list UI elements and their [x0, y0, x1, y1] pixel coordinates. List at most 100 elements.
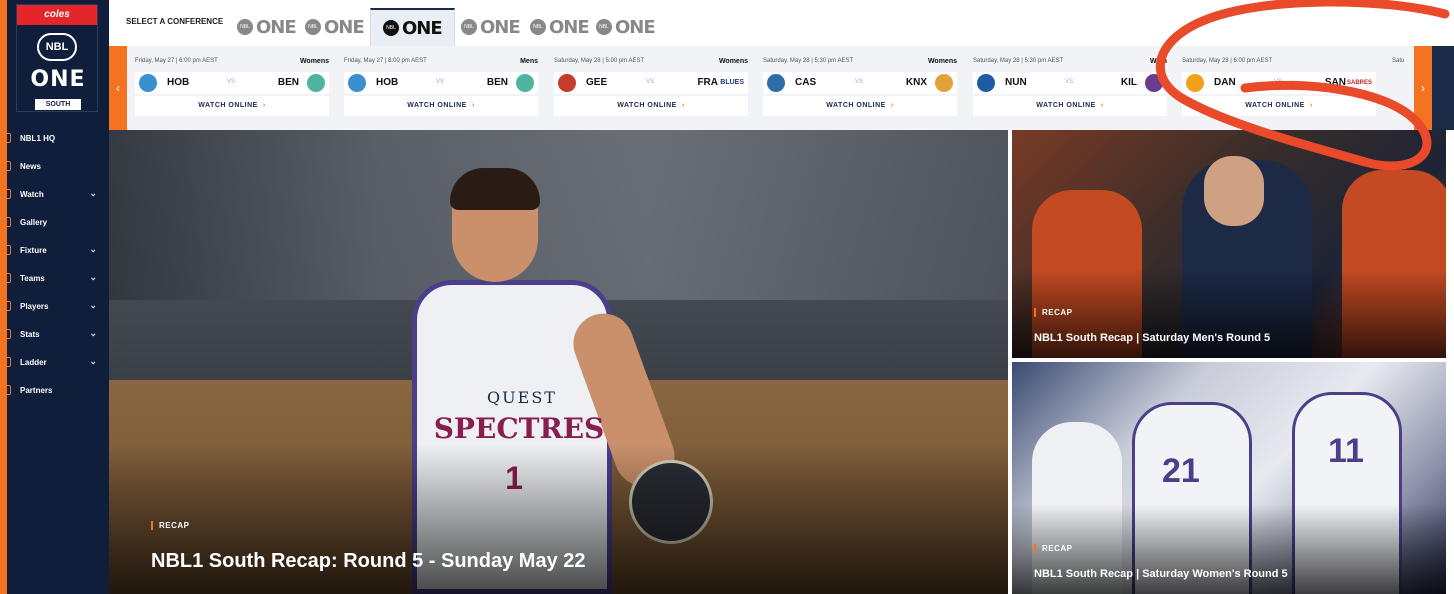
- hobart-logo-icon: [348, 74, 366, 92]
- sidebar-item-label: Gallery: [20, 217, 48, 227]
- vs-label: VS: [1274, 79, 1283, 85]
- watch-online-label: WATCH ONLINE: [198, 102, 258, 109]
- watch-online-link[interactable]: WATCH ONLINE ›: [1182, 96, 1376, 116]
- jersey-number: 11: [1328, 432, 1364, 470]
- article-tag: RECAP: [1034, 308, 1073, 317]
- nunawading-logo-icon: [977, 74, 995, 92]
- fixture-matchup[interactable]: DAN VS SAN SABRES: [1182, 72, 1376, 94]
- away-team: FRA: [697, 77, 718, 88]
- gallery-icon: [3, 217, 11, 227]
- watch-online-label: WATCH ONLINE: [1245, 102, 1305, 109]
- watch-online-label: WATCH ONLINE: [407, 102, 467, 109]
- conference-tab-4[interactable]: NBL ONE: [461, 8, 521, 46]
- away-team: KNX: [905, 77, 927, 88]
- fixture-datetime: Saturday, May 28 | 6:00 pm AEST: [1182, 58, 1273, 64]
- sidebar: coles NBL ONE SOUTH NBL1 HQ News Watch ⌄ …: [0, 0, 109, 594]
- watch-online-label: WATCH ONLINE: [617, 102, 677, 109]
- home-team: HOB: [376, 77, 399, 88]
- fixture-card: Saturday, May 28 | 6:00 pm AEST DAN VS S…: [1182, 54, 1376, 122]
- fixture-matchup[interactable]: HOB VS BEN: [344, 72, 538, 94]
- hero-title[interactable]: NBL1 South Recap: Round 5 - Sunday May 2…: [151, 550, 586, 573]
- fixture-category: Womens: [927, 58, 957, 65]
- sidebar-item-partners[interactable]: Partners: [0, 376, 109, 404]
- article-title[interactable]: NBL1 South Recap | Saturday Men's Round …: [1034, 332, 1270, 344]
- kilsyth-logo-icon: [1145, 74, 1163, 92]
- sidebar-item-ladder[interactable]: Ladder ⌄: [0, 348, 109, 376]
- nbl-badge: NBL: [37, 33, 77, 61]
- photo-coach-head: [1204, 156, 1264, 226]
- conference-bar: SELECT A CONFERENCE NBL ONE NBL ONE NBL ONE…: [109, 0, 1454, 46]
- carousel-next-button[interactable]: ›: [1414, 46, 1432, 130]
- sidebar-item-teams[interactable]: Teams ⌄: [0, 264, 109, 292]
- fixture-matchup[interactable]: CAS VS KNX: [763, 72, 957, 94]
- side-article-women[interactable]: 21 11 RECAP NBL1 South Recap | Saturday …: [1012, 362, 1446, 594]
- sidebar-item-stats[interactable]: Stats ⌄: [0, 320, 109, 348]
- fixture-matchup[interactable]: GEE VS FRA BLUES: [554, 72, 748, 94]
- vs-label: VS: [646, 79, 655, 85]
- home-icon: [3, 133, 11, 143]
- article-title[interactable]: NBL1 South Recap | Saturday Women's Roun…: [1034, 568, 1288, 580]
- fixture-datetime: Friday, May 27 | 8:00 pm AEST: [344, 58, 427, 64]
- conference-tab-label: ONE: [402, 17, 443, 39]
- sidebar-item-nbl1-hq[interactable]: NBL1 HQ: [0, 124, 109, 152]
- site-logo[interactable]: coles NBL ONE SOUTH: [16, 4, 98, 112]
- conference-tab-south[interactable]: NBL ONE: [370, 8, 455, 46]
- teams-icon: [3, 273, 11, 283]
- fixture-category: Mens: [520, 58, 538, 65]
- watch-online-label: WATCH ONLINE: [826, 102, 886, 109]
- home-team: HOB: [167, 77, 190, 88]
- sidebar-item-gallery[interactable]: Gallery: [0, 208, 109, 236]
- one-wordmark: ONE: [30, 67, 86, 92]
- fixture-matchup[interactable]: HOB VS BEN: [135, 72, 329, 94]
- watch-online-link[interactable]: WATCH ONLINE ›: [344, 96, 538, 116]
- vs-label: VS: [855, 79, 864, 85]
- home-team: NUN: [1005, 77, 1027, 88]
- sidebar-item-players[interactable]: Players ⌄: [0, 292, 109, 320]
- fixture-card: Saturday, May 28 | 5:30 pm AEST Womens C…: [763, 54, 957, 122]
- hobart-logo-icon: [139, 74, 157, 92]
- chevron-down-icon[interactable]: ⌄: [89, 272, 97, 283]
- chevron-down-icon[interactable]: ⌄: [89, 244, 97, 255]
- sidebar-item-news[interactable]: News: [0, 152, 109, 180]
- chevron-right-icon: ›: [681, 102, 685, 109]
- nbl-badge-icon: NBL: [596, 19, 612, 35]
- stats-icon: [3, 329, 11, 339]
- watch-online-link[interactable]: WATCH ONLINE ›: [554, 96, 748, 116]
- article-tag: RECAP: [151, 521, 190, 530]
- fixture-category: Womens: [299, 58, 329, 65]
- sidebar-item-fixture[interactable]: Fixture ⌄: [0, 236, 109, 264]
- chevron-down-icon[interactable]: ⌄: [89, 300, 97, 311]
- fixture-datetime-partial: Satu: [1392, 58, 1405, 64]
- fixtures-side-tab[interactable]: [1432, 46, 1454, 130]
- fixture-datetime: Saturday, May 28 | 5:30 pm AEST: [973, 58, 1064, 64]
- conference-label: SELECT A CONFERENCE: [126, 17, 224, 26]
- nbl-badge-icon: NBL: [461, 19, 477, 35]
- sidebar-item-label: News: [20, 161, 41, 171]
- conference-tab-1[interactable]: NBL ONE: [237, 8, 297, 46]
- side-article-men[interactable]: RECAP NBL1 South Recap | Saturday Men's …: [1012, 130, 1446, 358]
- conference-tab-2[interactable]: NBL ONE: [305, 8, 365, 46]
- partners-icon: [3, 385, 11, 395]
- casey-logo-icon: [767, 74, 785, 92]
- conference-tab-label: ONE: [480, 16, 521, 38]
- chevron-down-icon[interactable]: ⌄: [89, 328, 97, 339]
- sidebar-item-watch[interactable]: Watch ⌄: [0, 180, 109, 208]
- jersey-number: 21: [1162, 452, 1200, 490]
- hero-article[interactable]: QUEST SPECTRES 1 RECAP NBL1 South Recap:…: [109, 130, 1008, 594]
- watch-online-link[interactable]: WATCH ONLINE ›: [763, 96, 957, 116]
- carousel-prev-button[interactable]: ‹: [109, 46, 127, 130]
- away-team: BEN: [486, 77, 508, 88]
- fixture-card: Saturday, May 28 | 5:30 pm AEST Wom NUN …: [973, 54, 1167, 122]
- article-tag: RECAP: [1034, 544, 1073, 553]
- chevron-down-icon[interactable]: ⌄: [89, 356, 97, 367]
- watch-icon: [3, 189, 11, 199]
- chevron-down-icon[interactable]: ⌄: [89, 188, 97, 199]
- fixture-icon: [3, 245, 11, 255]
- fixture-matchup[interactable]: NUN VS KIL: [973, 72, 1167, 94]
- sidebar-item-label: Fixture: [20, 245, 47, 255]
- fixture-category: Womens: [718, 58, 748, 65]
- conference-tab-6[interactable]: NBL ONE: [596, 8, 656, 46]
- conference-tab-5[interactable]: NBL ONE: [530, 8, 590, 46]
- watch-online-link[interactable]: WATCH ONLINE ›: [135, 96, 329, 116]
- watch-online-link[interactable]: WATCH ONLINE ›: [973, 96, 1167, 116]
